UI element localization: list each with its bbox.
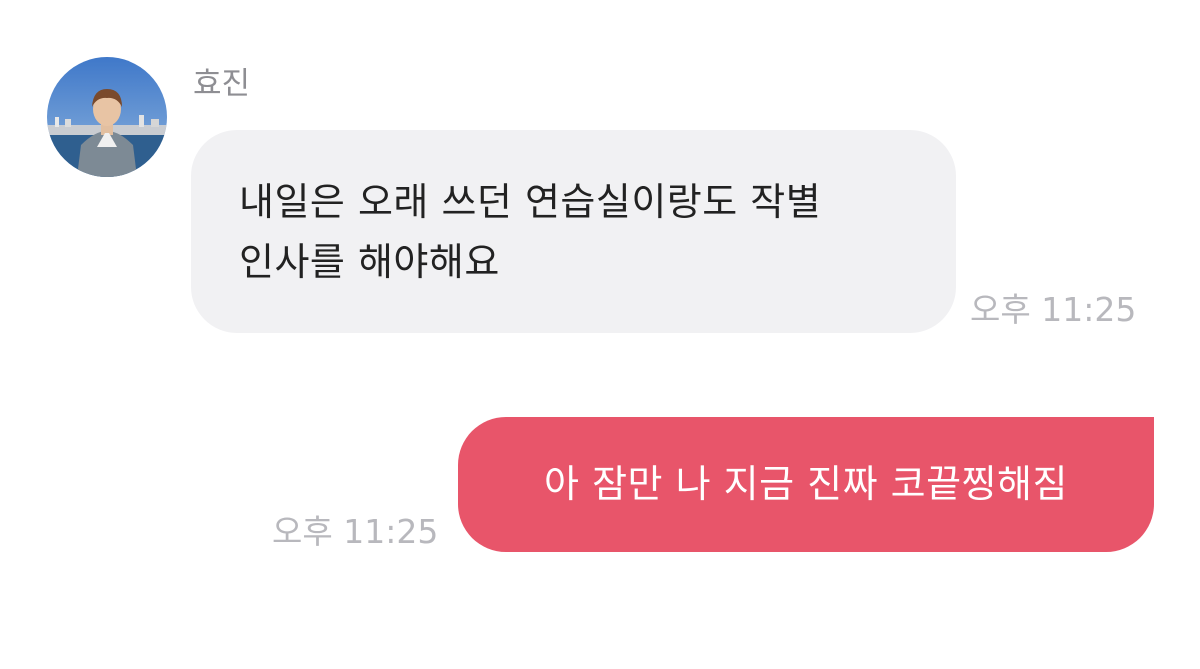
incoming-message-bubble[interactable]: 내일은 오래 쓰던 연습실이랑도 작별 인사를 해야해요 xyxy=(191,130,956,333)
sender-name: 효진 xyxy=(193,66,251,102)
avatar-photo-icon xyxy=(47,57,167,177)
incoming-message-timestamp: 오후 11:25 xyxy=(970,290,1137,329)
sender-avatar[interactable] xyxy=(47,57,167,177)
incoming-message-line: 내일은 오래 쓰던 연습실이랑도 작별 xyxy=(239,180,822,224)
incoming-message-line: 인사를 해야해요 xyxy=(239,240,500,284)
outgoing-message-text: 아 잠만 나 지금 진짜 코끝찡해짐 xyxy=(544,462,1068,506)
outgoing-message-timestamp: 오후 11:25 xyxy=(272,512,439,551)
outgoing-message-bubble[interactable]: 아 잠만 나 지금 진짜 코끝찡해짐 xyxy=(458,417,1154,552)
chat-thread: 효진 내일은 오래 쓰던 연습실이랑도 작별 인사를 해야해요 오후 11:25… xyxy=(0,0,1200,669)
